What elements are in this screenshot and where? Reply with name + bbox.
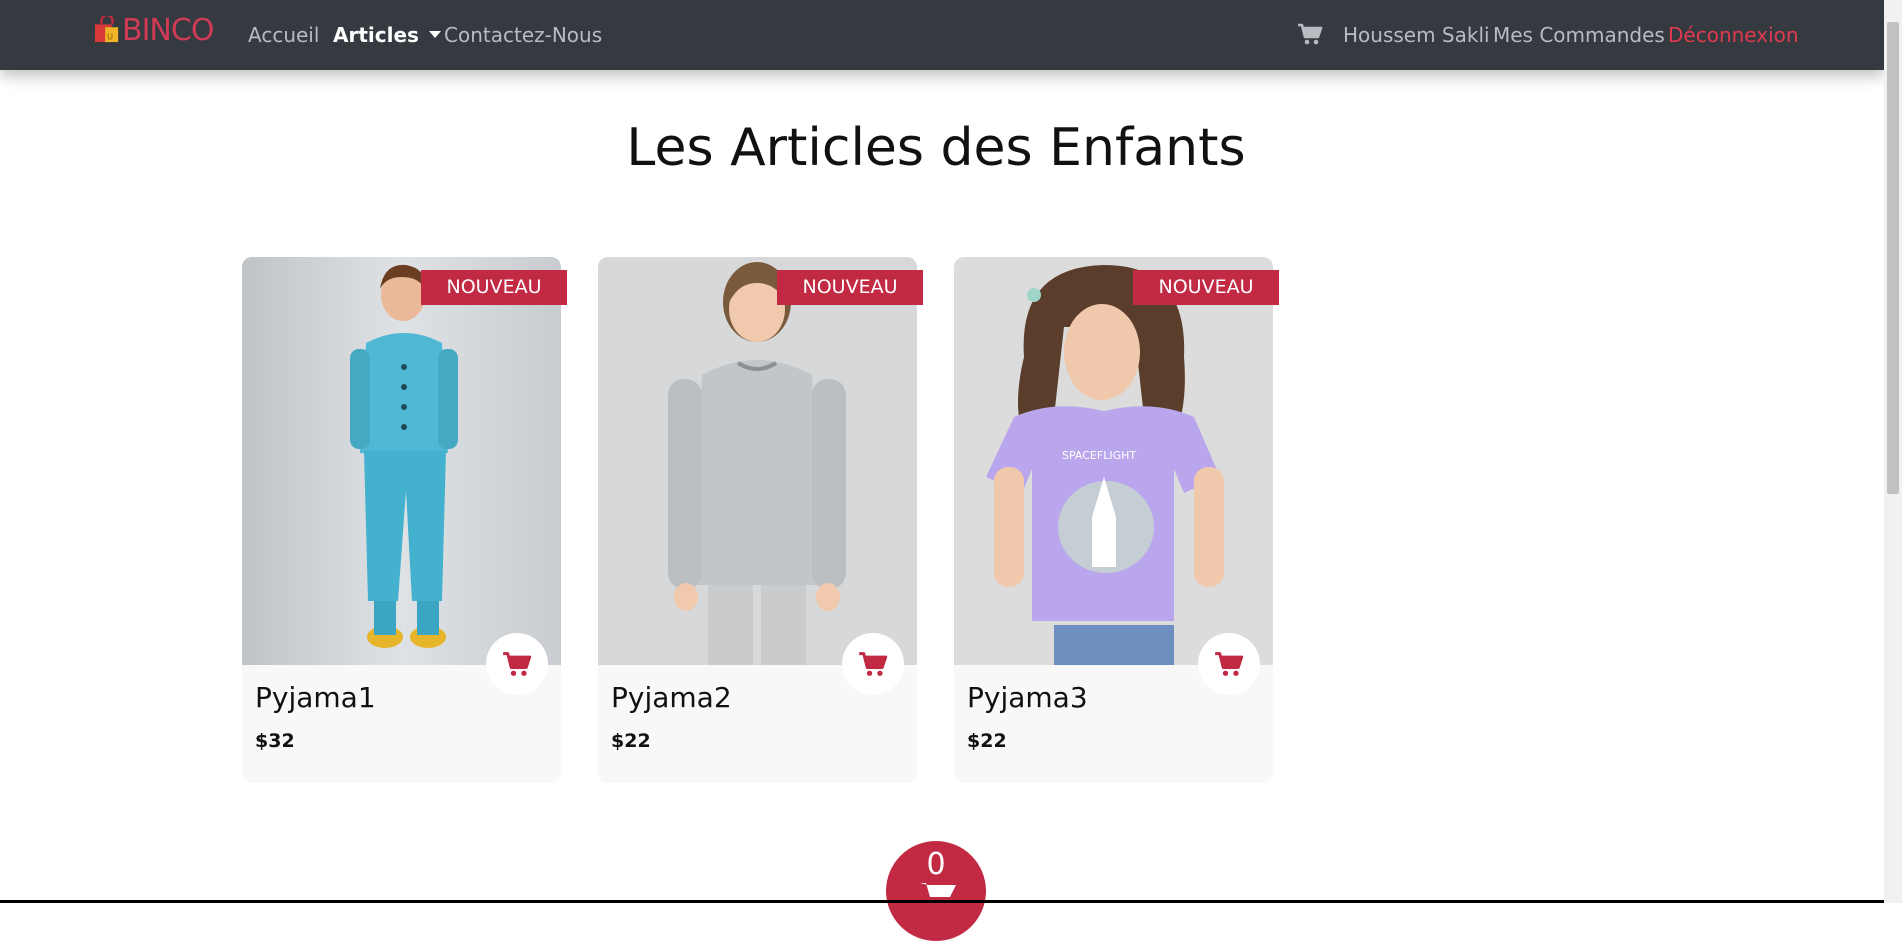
product-image[interactable]: SPACEFLIGHT bbox=[954, 257, 1273, 665]
navbar: U BINCO Accueil Articles Contactez-Nous … bbox=[0, 0, 1884, 70]
product-card[interactable]: SPACEFLIGHT NOUVEAU Pyjama3 $22 bbox=[954, 257, 1279, 783]
cart-icon bbox=[503, 652, 532, 676]
product-price: $22 bbox=[611, 730, 651, 752]
nav-link-articles-label: Articles bbox=[333, 23, 419, 47]
product-price: $22 bbox=[967, 730, 1007, 752]
floating-cart-button[interactable]: 0 bbox=[886, 841, 986, 941]
product-price: $32 bbox=[255, 730, 295, 752]
chevron-down-icon bbox=[428, 31, 441, 38]
add-to-cart-button[interactable] bbox=[842, 633, 904, 695]
new-badge: NOUVEAU bbox=[777, 270, 923, 305]
nav-link-articles[interactable]: Articles bbox=[333, 20, 441, 50]
page-title: Les Articles des Enfants bbox=[626, 118, 1246, 178]
svg-text:SPACEFLIGHT: SPACEFLIGHT bbox=[1062, 449, 1136, 462]
brand-text: BINCO bbox=[122, 12, 214, 48]
product-card[interactable]: NOUVEAU Pyjama2 $22 bbox=[598, 257, 923, 783]
nav-link-orders[interactable]: Mes Commandes bbox=[1493, 20, 1665, 50]
cart-icon bbox=[859, 652, 888, 676]
product-card[interactable]: NOUVEAU Pyjama1 $32 bbox=[242, 257, 567, 783]
cart-count: 0 bbox=[926, 847, 946, 882]
product-image[interactable] bbox=[598, 257, 917, 665]
add-to-cart-button[interactable] bbox=[1198, 633, 1260, 695]
scrollbar-thumb[interactable] bbox=[1887, 22, 1899, 494]
product-image[interactable] bbox=[242, 257, 561, 665]
new-badge: NOUVEAU bbox=[1133, 270, 1279, 305]
svg-text:U: U bbox=[107, 31, 113, 41]
product-name[interactable]: Pyjama1 bbox=[255, 681, 376, 714]
product-name[interactable]: Pyjama3 bbox=[967, 681, 1088, 714]
nav-link-contact[interactable]: Contactez-Nous bbox=[444, 20, 602, 50]
cart-icon[interactable] bbox=[1297, 22, 1323, 46]
product-name[interactable]: Pyjama2 bbox=[611, 681, 732, 714]
cart-icon bbox=[1215, 652, 1244, 676]
brand-logo[interactable]: U BINCO bbox=[94, 12, 214, 48]
cart-icon bbox=[920, 883, 956, 897]
new-badge: NOUVEAU bbox=[421, 270, 567, 305]
nav-user-name[interactable]: Houssem Sakli bbox=[1343, 20, 1490, 50]
add-to-cart-button[interactable] bbox=[486, 633, 548, 695]
shopping-bag-icon: U bbox=[94, 16, 119, 43]
nav-link-home[interactable]: Accueil bbox=[248, 20, 319, 50]
nav-link-logout[interactable]: Déconnexion bbox=[1668, 20, 1799, 50]
